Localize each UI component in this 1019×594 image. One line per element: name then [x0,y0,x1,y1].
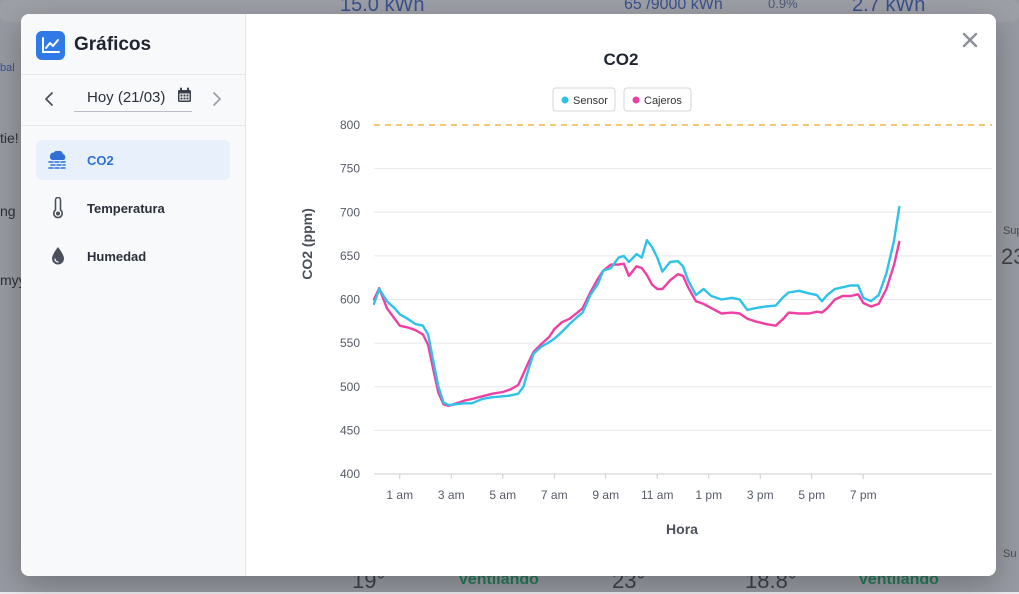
chart-panel: CO2 Sensor Cajeros 400 450 500 550 600 650 700… [246,14,996,576]
chevron-left-icon[interactable] [39,88,61,110]
y-tick-label: 800 [340,118,360,132]
date-field[interactable]: Hoy (21/03) [74,84,192,112]
sidebar: Gráficos Hoy (21/03) CO2 Temperatura Hum… [21,14,246,576]
x-tick-label: 3 pm [747,488,774,502]
menu-label-co2: CO2 [87,152,114,168]
legend-label-sensor: Sensor [573,95,608,107]
menu-label-humedad: Humedad [87,248,147,264]
x-tick-label: 7 am [541,488,568,502]
legend-item-cajeros[interactable]: Cajeros [623,87,692,112]
menu-item-temperatura[interactable]: Temperatura [36,188,230,228]
x-axis-label: Hora [666,521,698,537]
x-tick-label: 5 pm [798,488,825,502]
chart-legend: Sensor Cajeros [552,87,692,112]
chart-title: CO2 [604,50,639,69]
x-tick-label: 11 am [641,488,673,502]
y-tick-label: 400 [340,467,360,481]
y-axis-label: CO2 (ppm) [299,208,315,280]
y-tick-label: 450 [340,423,360,437]
x-tick-label: 3 am [438,488,465,502]
co2-line-chart: CO2 Sensor Cajeros 400 450 500 550 600 650 700… [299,50,992,537]
droplet-icon [46,244,70,268]
calendar-icon[interactable] [177,87,192,108]
y-tick-label: 600 [340,293,360,307]
legend-label-cajeros: Cajeros [644,95,682,107]
legend-swatch-sensor [561,96,569,104]
date-selector: Hoy (21/03) [21,74,245,126]
grid-lines [374,124,992,475]
app-title: Gráficos [74,34,152,55]
series-line-sensor[interactable] [372,205,901,407]
series-line-cajeros[interactable] [372,240,901,408]
legend-swatch-cajeros [632,96,640,104]
line-chart-icon [36,30,65,60]
menu-item-co2[interactable]: CO2 [36,140,230,180]
x-tick-label: 1 pm [695,488,722,502]
menu-label-temperatura: Temperatura [87,200,165,216]
charts-modal: Gráficos Hoy (21/03) CO2 Temperatura Hum… [21,14,996,576]
chevron-right-icon[interactable] [205,88,227,110]
date-label: Hoy (21/03) [87,89,166,106]
x-tick-label: 9 am [592,488,619,502]
menu-item-humedad[interactable]: Humedad [36,236,230,276]
x-tick-label: 5 am [489,488,516,502]
series-lines [372,205,901,408]
y-tick-label: 750 [340,162,360,176]
legend-item-sensor[interactable]: Sensor [552,87,616,112]
x-axis-ticks: 1 am 3 am 5 am 7 am 9 am 11 am 1 pm 3 pm 5 pm 7 p… [386,474,877,502]
thermometer-icon [46,196,70,220]
sidebar-header: Gráficos [36,30,151,60]
y-tick-label: 500 [340,380,360,394]
x-tick-label: 7 pm [850,488,877,502]
chart-menu: CO2 Temperatura Humedad [36,140,230,284]
y-tick-label: 650 [340,249,360,263]
y-tick-label: 550 [340,336,360,350]
x-tick-label: 1 am [386,488,413,502]
cloud-icon [46,148,70,172]
y-tick-label: 700 [340,205,360,219]
y-axis-ticks: 400 450 500 550 600 650 700 750 800 [340,118,360,481]
